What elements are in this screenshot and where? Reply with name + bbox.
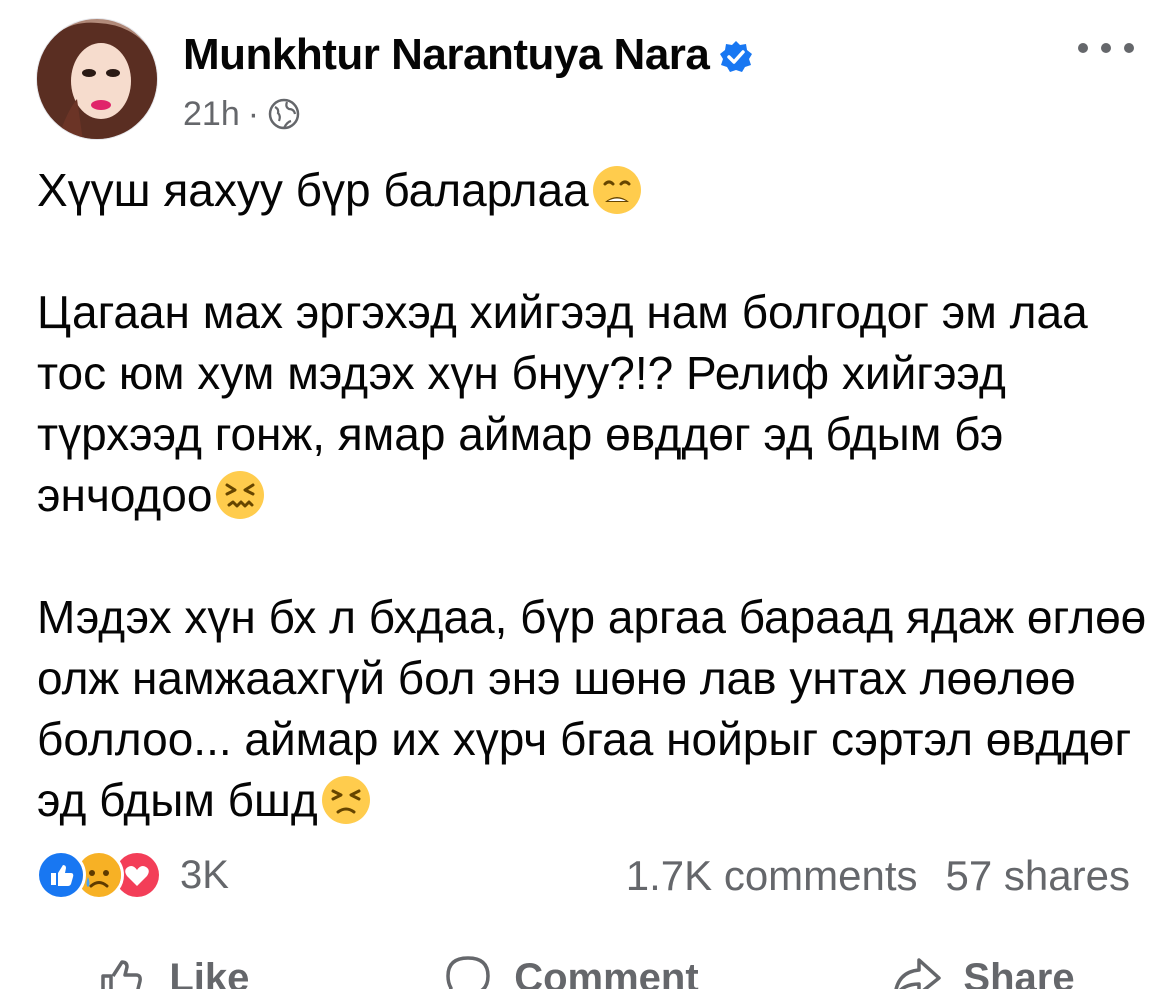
reactions-summary[interactable]: 3K <box>36 850 229 900</box>
post-line-1: Хүүш яахуу бүр баларлаа <box>37 164 589 216</box>
post-paragraph: Цагаан мах эргэхэд хийгээд нам болгодог … <box>37 282 1147 526</box>
like-label: Like <box>169 955 250 989</box>
action-bar: Like Comment Share <box>0 950 1170 989</box>
post-meta: 21h · <box>183 92 301 136</box>
meta-separator: · <box>247 95 260 133</box>
author-name[interactable]: Munkhtur Narantuya Nara <box>183 28 710 82</box>
comments-count[interactable]: 1.7K comments <box>626 852 918 900</box>
shares-count[interactable]: 57 shares <box>946 852 1130 900</box>
facebook-post: Munkhtur Narantuya Nara 21h · Хүүш яахуу… <box>0 0 1170 989</box>
confounded-face-emoji-icon <box>214 469 266 521</box>
verified-badge-icon <box>719 40 753 74</box>
comment-button[interactable]: Comment <box>440 950 699 989</box>
avatar[interactable] <box>36 18 158 140</box>
author-row: Munkhtur Narantuya Nara <box>183 28 753 82</box>
post-paragraph: Мэдэх хүн бх л бхдаа, бүр аргаа бараад я… <box>37 587 1147 831</box>
share-icon <box>894 958 942 989</box>
reaction-count: 3K <box>180 852 229 897</box>
timestamp[interactable]: 21h <box>183 92 240 136</box>
persevering-face-emoji-icon <box>320 774 372 826</box>
post-text: Хүүш яахуу бүр баларлаа Цагаан мах эргэх… <box>37 160 1147 831</box>
post-paragraph: Хүүш яахуу бүр баларлаа <box>37 160 1147 221</box>
reaction-icons <box>36 850 162 900</box>
like-reaction-icon <box>36 850 86 900</box>
comment-icon <box>446 956 490 989</box>
comment-label: Comment <box>514 955 699 989</box>
post-paragraph-2: Цагаан мах эргэхэд хийгээд нам болгодог … <box>37 286 1088 521</box>
like-button[interactable]: Like <box>95 950 249 989</box>
like-icon <box>101 960 143 989</box>
share-button[interactable]: Share <box>889 950 1075 989</box>
post-paragraph-3: Мэдэх хүн бх л бхдаа, бүр аргаа бараад я… <box>37 591 1147 826</box>
more-options-icon[interactable] <box>1078 34 1134 62</box>
globe-icon[interactable] <box>267 97 301 131</box>
weary-face-emoji-icon <box>591 164 643 216</box>
share-label: Share <box>963 955 1075 989</box>
post-stats: 1.7K comments 57 shares <box>626 852 1130 900</box>
